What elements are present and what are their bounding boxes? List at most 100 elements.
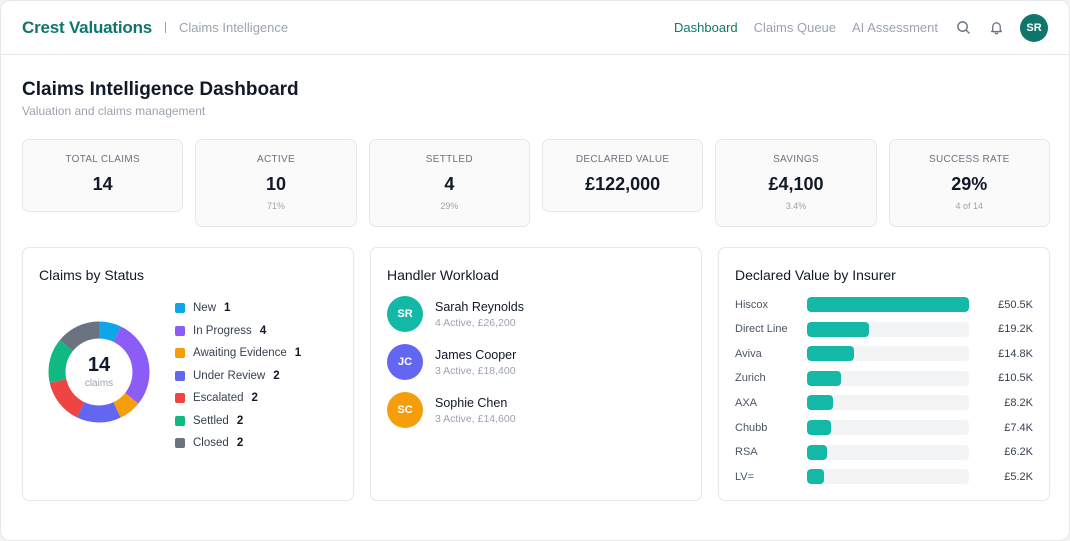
main-nav: Dashboard Claims Queue AI Assessment SR [658,13,1048,42]
kpi-sub: 4 of 14 [955,201,984,211]
legend-count: 2 [273,369,280,382]
kpi-savings[interactable]: SAVINGS £4,100 3.4% [715,139,877,227]
bar-fill [807,469,824,485]
nav-ai-assessment[interactable]: AI Assessment [852,20,938,35]
insurer-name: AXA [735,396,758,409]
insurer-value: £8.2K [1004,396,1033,409]
insurer-bar-row[interactable]: Chubb £7.4K [735,419,1033,436]
status-card: Claims by Status 14 claims New 1 In Progre… [22,247,354,501]
legend-swatch [175,348,185,359]
brand-divider [165,22,167,33]
insurer-value: £10.5K [998,372,1033,385]
legend-swatch [175,393,185,404]
legend-label: Escalated [193,392,244,405]
legend-count: 1 [294,347,302,360]
insurer-name: Chubb [735,421,768,434]
handler-meta: 4 Active, £26,200 [435,316,516,329]
donut-center: 14 claims [48,321,150,423]
handler-meta: 3 Active, £14,600 [435,412,516,425]
handler-row[interactable]: JC James Cooper 3 Active, £18,400 [387,344,516,380]
insurer-name: LV= [735,470,755,483]
kpi-sub: 29% [440,201,459,211]
legend-item[interactable]: New 1 [175,297,301,320]
bar-fill [807,370,841,386]
insurer-name: Hiscox [735,298,769,311]
bar-track [807,469,969,485]
page-subtitle: Valuation and claims management [22,104,206,118]
legend-label: Settled [193,414,229,427]
bar-track [807,370,969,386]
kpi-value: £122,000 [585,174,661,194]
handler-avatar: SC [387,392,423,428]
insurer-value: £14.8K [998,347,1033,360]
kpi-value: 10 [265,174,286,194]
bar-track [807,297,969,312]
legend-label: Under Review [193,369,266,382]
handler-row[interactable]: SR Sarah Reynolds 4 Active, £26,200 [387,296,524,332]
insurer-name: RSA [735,446,758,459]
nav-claims-queue[interactable]: Claims Queue [754,20,836,35]
bar-track [807,346,969,362]
donut-total: 14 [87,354,111,376]
insurer-bar-row[interactable]: AXA £8.2K [735,394,1033,411]
kpi-active[interactable]: ACTIVE 10 71% [195,139,357,227]
legend-count: 2 [236,414,244,427]
page-title: Claims Intelligence Dashboard [22,79,299,100]
insurer-value: £7.4K [1004,421,1033,434]
kpi-label: SAVINGS [773,154,819,165]
legend-label: In Progress [193,324,252,337]
legend-item[interactable]: In Progress 4 [175,320,301,343]
handler-avatar: SR [387,296,423,332]
kpi-value: 4 [444,174,455,194]
bar-fill [807,444,827,460]
kpi-value: £4,100 [768,174,824,194]
bar-track [807,395,969,411]
bar-track [807,420,969,435]
card-title: Claims by Status [39,267,145,283]
kpi-settled[interactable]: SETTLED 4 29% [368,139,530,227]
legend-item[interactable]: Under Review 2 [175,365,301,388]
kpi-declared-value[interactable]: DECLARED VALUE £122,000 [541,139,704,212]
insurer-bar-row[interactable]: Direct Line £19.2K [735,321,1033,338]
insurer-bar-row[interactable]: LV= £5.2K [735,468,1033,485]
insurer-bar-row[interactable]: RSA £6.2K [735,444,1033,461]
bar-track [807,321,969,337]
legend-swatch [175,303,185,314]
legend-label: New [193,302,217,315]
legend-item[interactable]: Closed 2 [175,432,301,455]
legend-item[interactable]: Awaiting Evidence 1 [175,342,301,365]
kpi-total-claims[interactable]: TOTAL CLAIMS 14 [22,139,184,212]
legend-label: Awaiting Evidence [193,347,287,360]
insurer-value: £6.2K [1004,446,1033,459]
handler-row[interactable]: SC Sophie Chen 3 Active, £14,600 [387,392,516,428]
legend-item[interactable]: Settled 2 [175,410,301,433]
donut-total-label: claims [84,378,114,389]
bell-icon[interactable] [988,20,1004,36]
bar-fill [807,297,969,312]
brand-logo[interactable]: Crest Valuations [22,18,152,38]
kpi-success-rate[interactable]: SUCCESS RATE 29% 4 of 14 [888,139,1050,227]
bar-fill [807,420,831,435]
legend-count: 2 [236,437,244,450]
search-icon[interactable] [955,20,971,36]
card-title: Handler Workload [387,267,499,283]
insurer-name: Aviva [735,347,762,360]
legend-item[interactable]: Escalated 2 [175,387,301,410]
insurer-bar-row[interactable]: Hiscox £50.5K [735,296,1033,313]
insurer-value: £50.5K [998,298,1033,311]
insurer-value: £19.2K [998,323,1033,336]
insurer-bar-row[interactable]: Aviva £14.8K [735,345,1033,362]
bar-fill [807,321,869,337]
nav-dashboard[interactable]: Dashboard [674,20,738,35]
kpi-row: TOTAL CLAIMS 14 ACTIVE 10 71% SETTLED 4 … [22,139,1050,227]
insurer-name: Direct Line [735,323,788,336]
insurer-card: Declared Value by Insurer Hiscox £50.5K Di… [718,247,1050,501]
legend-count: 4 [259,324,267,337]
bar-fill [807,395,834,411]
user-avatar[interactable]: SR [1020,13,1048,42]
legend-count: 2 [251,392,258,405]
kpi-label: DECLARED VALUE [575,154,670,165]
handler-name: Sophie Chen [435,395,508,410]
insurer-bar-row[interactable]: Zurich £10.5K [735,370,1033,387]
status-legend: New 1 In Progress 4 Awaiting Evidence 1 Under … [175,297,301,455]
